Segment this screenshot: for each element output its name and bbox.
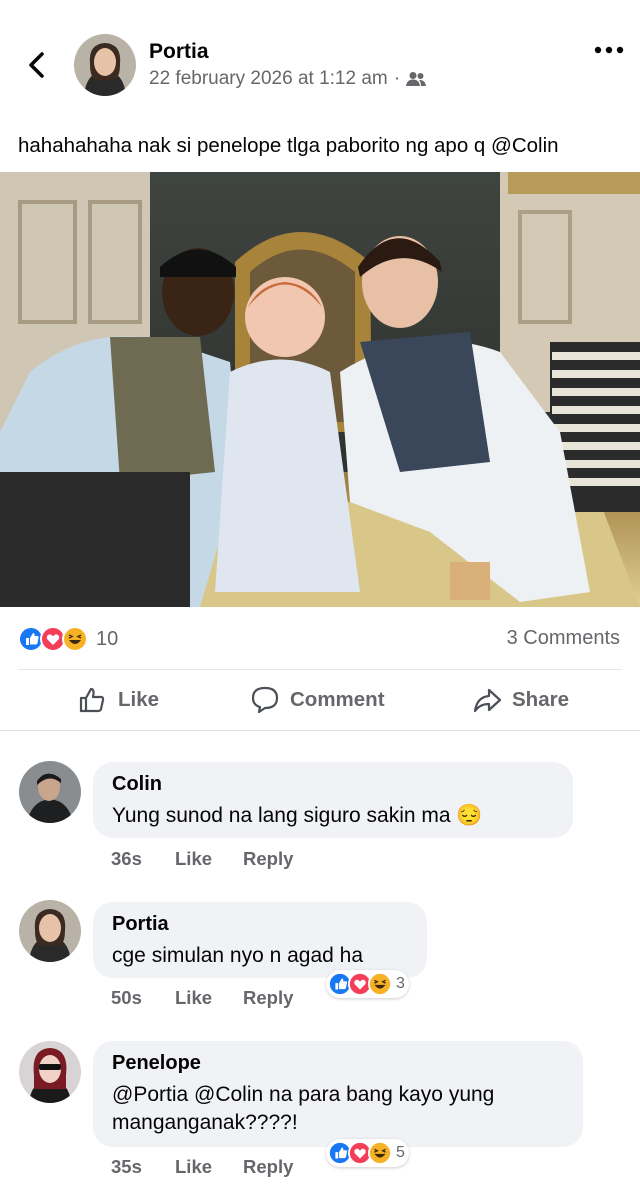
- comment-text: Yung sunod na lang siguro sakin ma 😔: [112, 802, 483, 830]
- commenter-avatar-portia[interactable]: [19, 900, 81, 962]
- comment-reply-button[interactable]: Reply: [243, 848, 293, 870]
- friends-icon: [406, 72, 427, 86]
- comment-bubble[interactable]: Penelope @Portia @Colin na para bang kay…: [93, 1041, 583, 1147]
- haha-reaction-icon: [368, 972, 392, 996]
- comment-time[interactable]: 35s: [111, 1156, 142, 1178]
- post-text: hahahahaha nak si penelope tlga paborito…: [18, 134, 559, 157]
- thumbs-up-icon: [79, 687, 105, 713]
- section-divider: [0, 730, 640, 731]
- comments-count[interactable]: 3 Comments: [507, 627, 620, 650]
- comment-reactions[interactable]: 3: [326, 970, 409, 998]
- comment-text-line: @Portia @Colin na para bang kayo yung: [112, 1083, 495, 1106]
- author-avatar[interactable]: [74, 34, 136, 96]
- haha-reaction-icon: [62, 626, 88, 652]
- comment-bubble[interactable]: Colin Yung sunod na lang siguro sakin ma…: [93, 762, 573, 838]
- comment-time[interactable]: 50s: [111, 987, 142, 1009]
- like-label: Like: [118, 688, 160, 711]
- reactions-summary[interactable]: 10: [18, 625, 118, 653]
- meta-separator: ·: [393, 68, 401, 89]
- post-author-name[interactable]: Portia: [149, 40, 209, 64]
- like-button[interactable]: Like: [78, 682, 159, 718]
- comment-label: Comment: [290, 688, 385, 711]
- post-photo[interactable]: [0, 172, 640, 607]
- comment-reply-button[interactable]: Reply: [243, 1156, 293, 1178]
- comment-like-button[interactable]: Like: [175, 1156, 212, 1178]
- share-arrow-icon: [473, 688, 502, 713]
- comment-text: @Portia @Colin na para bang kayo yung ma…: [112, 1081, 494, 1137]
- comment-text-line: manganganak????!: [112, 1111, 298, 1134]
- reaction-count: 10: [96, 627, 119, 650]
- comment-like-button[interactable]: Like: [175, 987, 212, 1009]
- commenter-avatar-penelope[interactable]: [19, 1041, 81, 1103]
- post-header: Portia 22 february 2026 at 1:12 am ·: [0, 0, 640, 110]
- comment-text: cge simulan nyo n agad ha: [112, 944, 364, 967]
- share-label: Share: [512, 688, 569, 711]
- comment-time[interactable]: 36s: [111, 848, 142, 870]
- more-options-icon[interactable]: [594, 44, 624, 56]
- comment-like-button[interactable]: Like: [175, 848, 212, 870]
- comment-author[interactable]: Portia: [112, 913, 169, 936]
- comment-reply-button[interactable]: Reply: [243, 987, 293, 1009]
- comment-bubble[interactable]: Portia cge simulan nyo n agad ha: [93, 902, 427, 978]
- comment-button[interactable]: Comment: [250, 682, 385, 718]
- comment-reaction-count: 5: [396, 1144, 405, 1161]
- comment-reaction-count: 3: [396, 975, 405, 992]
- comment-bubble-icon: [251, 686, 279, 714]
- share-button[interactable]: Share: [472, 682, 569, 718]
- post-meta: 22 february 2026 at 1:12 am ·: [149, 68, 427, 90]
- post-timestamp[interactable]: 22 february 2026 at 1:12 am: [149, 68, 388, 90]
- divider: [18, 669, 622, 670]
- commenter-avatar-colin[interactable]: [19, 761, 81, 823]
- back-arrow-icon[interactable]: [22, 50, 52, 80]
- comment-reactions[interactable]: 5: [326, 1139, 409, 1167]
- pensive-emoji: 😔: [456, 804, 483, 827]
- haha-reaction-icon: [368, 1141, 392, 1165]
- comment-author[interactable]: Penelope: [112, 1052, 201, 1075]
- comment-author[interactable]: Colin: [112, 773, 162, 796]
